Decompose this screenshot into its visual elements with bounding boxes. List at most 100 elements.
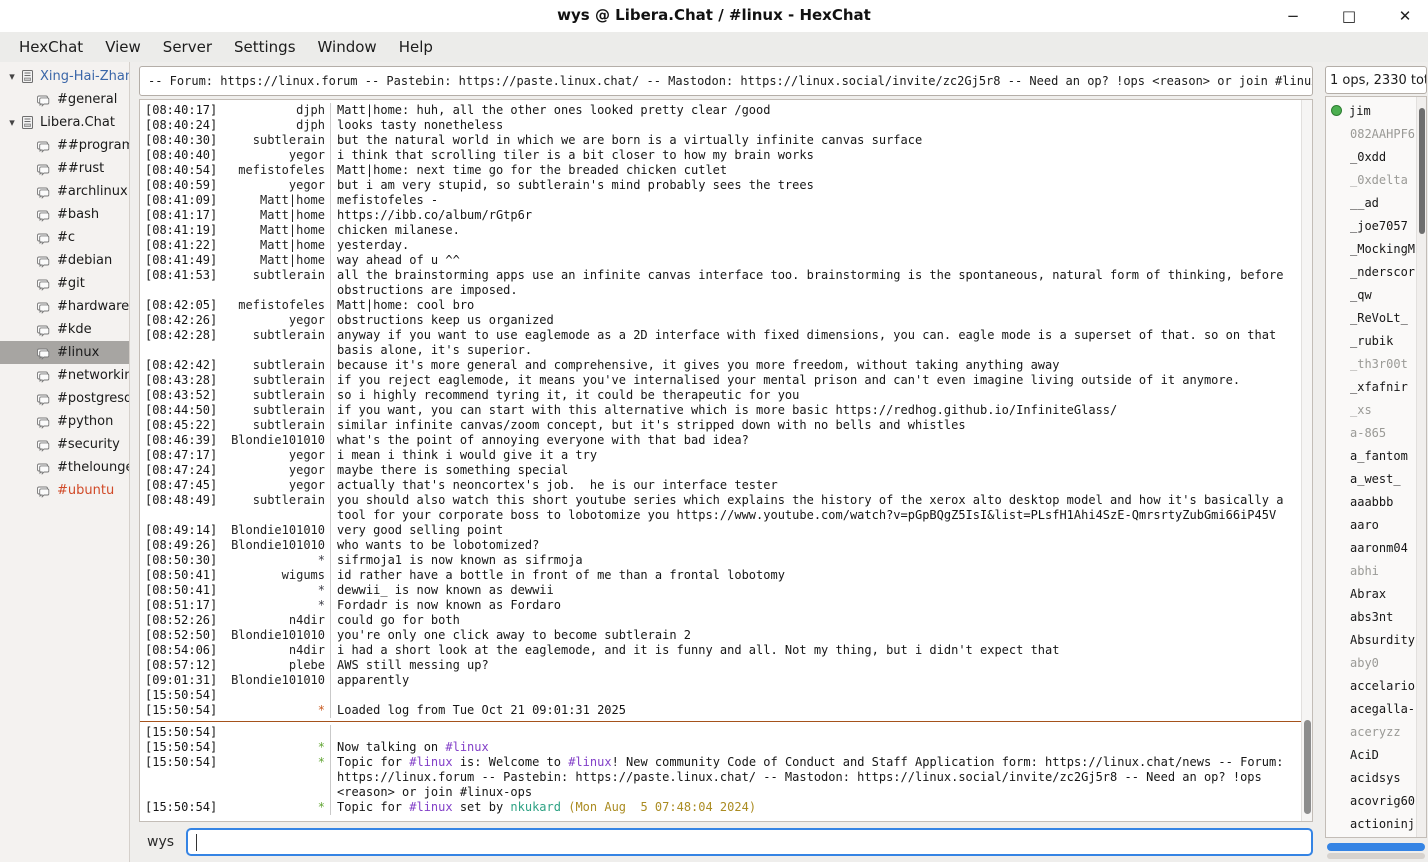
channel-row-rust[interactable]: ##rust <box>0 157 129 180</box>
user-row-a-fantom[interactable]: a_fantom <box>1326 444 1416 467</box>
chat-message: [08:51:17]*Fordadr is now known as Forda… <box>140 598 1301 613</box>
user-row-aaronm04[interactable]: aaronm04 <box>1326 536 1416 559</box>
channel-icon <box>36 346 52 360</box>
chat-message: [08:52:50]Blondie101010you're only one c… <box>140 628 1301 643</box>
user-nick: acegalla- <box>1350 702 1415 716</box>
timestamp: [08:40:54] <box>140 163 220 178</box>
user-row-abs3nt[interactable]: abs3nt <box>1326 605 1416 628</box>
channel-row-thelounge[interactable]: #thelounge <box>0 456 129 479</box>
channel-row-hardware[interactable]: #hardware <box>0 295 129 318</box>
user-row--joe7057[interactable]: _joe7057 <box>1326 214 1416 237</box>
channel-row-debian[interactable]: #debian <box>0 249 129 272</box>
menu-server[interactable]: Server <box>152 35 223 59</box>
user-row-aceryzz[interactable]: aceryzz <box>1326 720 1416 743</box>
channel-icon <box>36 254 52 268</box>
user-row--0xdelta[interactable]: _0xdelta <box>1326 168 1416 191</box>
user-row--revolt-[interactable]: _ReVoLt_ <box>1326 306 1416 329</box>
user-row--mockingm[interactable]: _MockingM <box>1326 237 1416 260</box>
user-row-actioninj[interactable]: actioninj <box>1326 812 1416 835</box>
user-row--nderscor[interactable]: _nderscor <box>1326 260 1416 283</box>
chat-message: [08:50:30]*sifrmoja1 is now known as sif… <box>140 553 1301 568</box>
nick: Matt|home <box>220 193 330 208</box>
tree-label: #archlinux <box>57 184 128 199</box>
user-row-abrax[interactable]: Abrax <box>1326 582 1416 605</box>
message-text: but i am very stupid, so subtlerain's mi… <box>330 178 1301 193</box>
channel-row-git[interactable]: #git <box>0 272 129 295</box>
user-row--rubik[interactable]: _rubik <box>1326 329 1416 352</box>
channel-icon <box>36 415 52 429</box>
menu-view[interactable]: View <box>94 35 152 59</box>
chat-message: [08:43:28]subtlerainif you reject eaglem… <box>140 373 1301 388</box>
menu-window[interactable]: Window <box>307 35 388 59</box>
user-row-acidsys[interactable]: acidsys <box>1326 766 1416 789</box>
minimize-icon[interactable]: − <box>1282 0 1304 32</box>
user-row-acid[interactable]: AciD <box>1326 743 1416 766</box>
user-row-a-west-[interactable]: a_west_ <box>1326 467 1416 490</box>
channel-row-c[interactable]: #c <box>0 226 129 249</box>
server-row-libera-chat[interactable]: ▾Libera.Chat <box>0 111 129 134</box>
close-icon[interactable]: ✕ <box>1394 0 1416 32</box>
user-row-abhi[interactable]: abhi <box>1326 559 1416 582</box>
expander-icon[interactable]: ▾ <box>4 70 20 83</box>
channel-row-programming[interactable]: ##programming <box>0 134 129 157</box>
message-text: Matt|home: next time go for the breaded … <box>330 163 1301 178</box>
user-nick: acovrig60 <box>1350 794 1415 808</box>
userlist-scrollbar[interactable] <box>1416 97 1426 837</box>
menu-hexchat[interactable]: HexChat <box>8 35 94 59</box>
userlist-scrollbar-handle[interactable] <box>1419 108 1425 234</box>
message-text: dewwii_ is now known as dewwii <box>330 583 1301 598</box>
user-nick: _joe7057 <box>1350 219 1408 233</box>
expander-icon[interactable]: ▾ <box>4 116 20 129</box>
chat-scrollbar[interactable] <box>1301 100 1312 821</box>
user-row-a-865[interactable]: a-865 <box>1326 421 1416 444</box>
user-row-acovrig60[interactable]: acovrig60 <box>1326 789 1416 812</box>
timestamp: [08:40:59] <box>140 178 220 193</box>
user-list[interactable]: jim082AAHPF6_0xdd_0xdelta__ad _joe7057 _Mo… <box>1326 99 1416 837</box>
user-row--0xdd[interactable]: _0xdd <box>1326 145 1416 168</box>
channel-row-bash[interactable]: #bash <box>0 203 129 226</box>
message-log[interactable]: [08:40:17]djphMatt|home: huh, all the ot… <box>140 100 1301 821</box>
user-row-aaro[interactable]: aaro <box>1326 513 1416 536</box>
message-input[interactable] <box>186 828 1313 856</box>
nick: yegor <box>220 463 330 478</box>
menu-settings[interactable]: Settings <box>223 35 307 59</box>
channel-icon <box>36 461 52 475</box>
user-row-acegalla-[interactable]: acegalla- <box>1326 697 1416 720</box>
left-splitter[interactable] <box>130 62 137 862</box>
server-row-xing-hai-zhan[interactable]: ▾Xing-Hai-Zhan <box>0 65 129 88</box>
channel-icon <box>36 185 52 199</box>
channel-row-networking[interactable]: #networking <box>0 364 129 387</box>
user-row--ad[interactable]: __ad <box>1326 191 1416 214</box>
user-row--xfafnir[interactable]: _xfafnir <box>1326 375 1416 398</box>
user-row-absurdity[interactable]: Absurdity <box>1326 628 1416 651</box>
maximize-icon[interactable]: □ <box>1338 0 1360 32</box>
user-row-jim[interactable]: jim <box>1326 99 1416 122</box>
channel-row-kde[interactable]: #kde <box>0 318 129 341</box>
channel-row-python[interactable]: #python <box>0 410 129 433</box>
user-row-accelario[interactable]: accelario <box>1326 674 1416 697</box>
message-text: what's the point of annoying everyone wi… <box>330 433 1301 448</box>
channel-row-postgresql[interactable]: #postgresql <box>0 387 129 410</box>
user-row--th3r00t[interactable]: _th3r00t <box>1326 352 1416 375</box>
channel-row-security[interactable]: #security <box>0 433 129 456</box>
user-row--xs[interactable]: _xs <box>1326 398 1416 421</box>
user-row-082aahpf6[interactable]: 082AAHPF6 <box>1326 122 1416 145</box>
channel-row-general[interactable]: #general <box>0 88 129 111</box>
topic-bar[interactable]: -- Forum: https://linux.forum -- Pastebi… <box>139 66 1313 96</box>
user-row--qw[interactable]: _qw <box>1326 283 1416 306</box>
user-row-aaabbb[interactable]: aaabbb <box>1326 490 1416 513</box>
chat-message: [08:41:53]subtlerainall the brainstormin… <box>140 268 1301 298</box>
user-nick: _xs <box>1350 403 1372 417</box>
timestamp: [08:47:45] <box>140 478 220 493</box>
channel-row-linux[interactable]: #linux <box>0 341 129 364</box>
channel-row-ubuntu[interactable]: #ubuntu <box>0 479 129 502</box>
chat-message: [08:45:22]subtlerainsimilar infinite can… <box>140 418 1301 433</box>
message-text: Matt|home: cool bro <box>330 298 1301 313</box>
channel-row-archlinux[interactable]: #archlinux <box>0 180 129 203</box>
right-splitter[interactable] <box>1317 62 1324 862</box>
user-row-aby0[interactable]: aby0 <box>1326 651 1416 674</box>
own-nick-label: wys <box>147 834 174 850</box>
chat-message: [15:50:54] <box>140 725 1301 740</box>
chat-scrollbar-handle[interactable] <box>1304 720 1311 814</box>
menu-help[interactable]: Help <box>388 35 444 59</box>
